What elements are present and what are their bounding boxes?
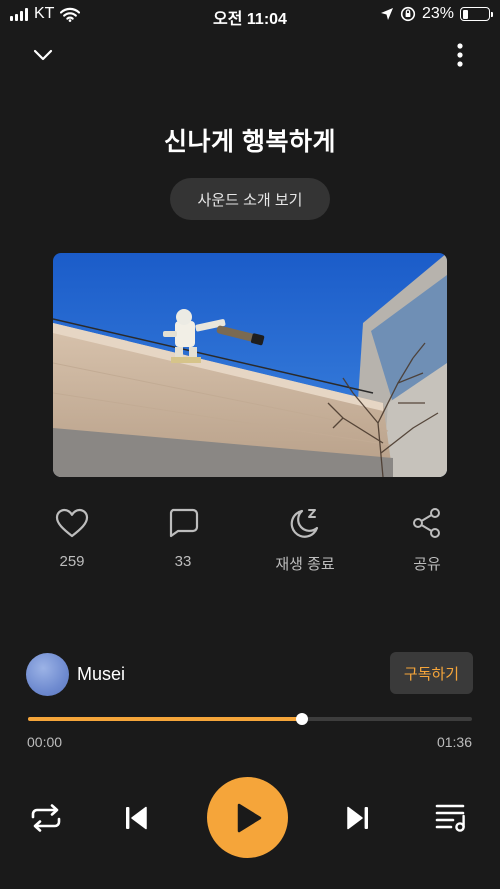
sound-intro-button[interactable]: 사운드 소개 보기 bbox=[170, 178, 330, 220]
play-button[interactable] bbox=[207, 777, 288, 858]
wifi-icon bbox=[60, 7, 81, 22]
more-vertical-icon bbox=[457, 43, 463, 67]
more-options-button[interactable] bbox=[450, 40, 470, 70]
status-left: KT bbox=[10, 5, 81, 23]
previous-icon bbox=[126, 806, 147, 830]
like-count: 259 bbox=[59, 553, 85, 570]
avatar bbox=[26, 652, 69, 696]
previous-button[interactable] bbox=[116, 798, 156, 838]
sleep-timer-button[interactable]: 재생 종료 bbox=[250, 505, 360, 574]
next-icon bbox=[347, 806, 368, 830]
orientation-lock-icon bbox=[400, 6, 416, 22]
comment-button[interactable]: 33 bbox=[128, 505, 238, 570]
sleep-timer-label: 재생 종료 bbox=[275, 556, 335, 573]
comment-icon bbox=[169, 508, 199, 538]
progress-handle[interactable] bbox=[295, 713, 308, 725]
channel-name: Musei bbox=[77, 663, 126, 684]
comment-count: 33 bbox=[174, 553, 192, 570]
battery-percent: 23% bbox=[421, 5, 454, 22]
repeat-icon bbox=[31, 804, 61, 832]
current-time: 00:00 bbox=[27, 734, 63, 750]
cover-image bbox=[53, 253, 447, 477]
heart-icon bbox=[55, 508, 89, 538]
location-arrow-icon bbox=[380, 8, 393, 20]
playlist-icon bbox=[435, 804, 465, 832]
share-button[interactable]: 공유 bbox=[372, 505, 482, 574]
sleep-timer-icon bbox=[290, 509, 319, 538]
subscribe-button[interactable]: 구독하기 bbox=[390, 652, 473, 694]
share-label: 공유 bbox=[413, 556, 441, 573]
progress-fill bbox=[28, 717, 302, 721]
chevron-down-icon bbox=[33, 49, 53, 61]
track-title: 신나게 행복하게 bbox=[164, 128, 336, 156]
cellular-signal-icon bbox=[10, 7, 28, 21]
share-icon bbox=[413, 508, 440, 538]
next-button[interactable] bbox=[338, 798, 378, 838]
status-bar: KT 오전 11:04 23% bbox=[0, 0, 500, 30]
battery-level bbox=[462, 9, 469, 19]
carrier-label: KT bbox=[34, 5, 55, 22]
repeat-button[interactable] bbox=[24, 798, 68, 838]
status-right: 23% bbox=[380, 5, 493, 23]
channel-info[interactable]: Musei bbox=[26, 652, 125, 696]
total-time: 01:36 bbox=[436, 734, 472, 750]
play-icon bbox=[237, 803, 261, 832]
collapse-button[interactable] bbox=[28, 42, 58, 68]
battery-icon bbox=[460, 7, 493, 21]
progress-slider[interactable] bbox=[28, 712, 472, 726]
playlist-button[interactable] bbox=[430, 798, 474, 838]
like-button[interactable]: 259 bbox=[17, 505, 127, 570]
action-row: 259 33 재생 종료 공유 bbox=[0, 505, 500, 575]
